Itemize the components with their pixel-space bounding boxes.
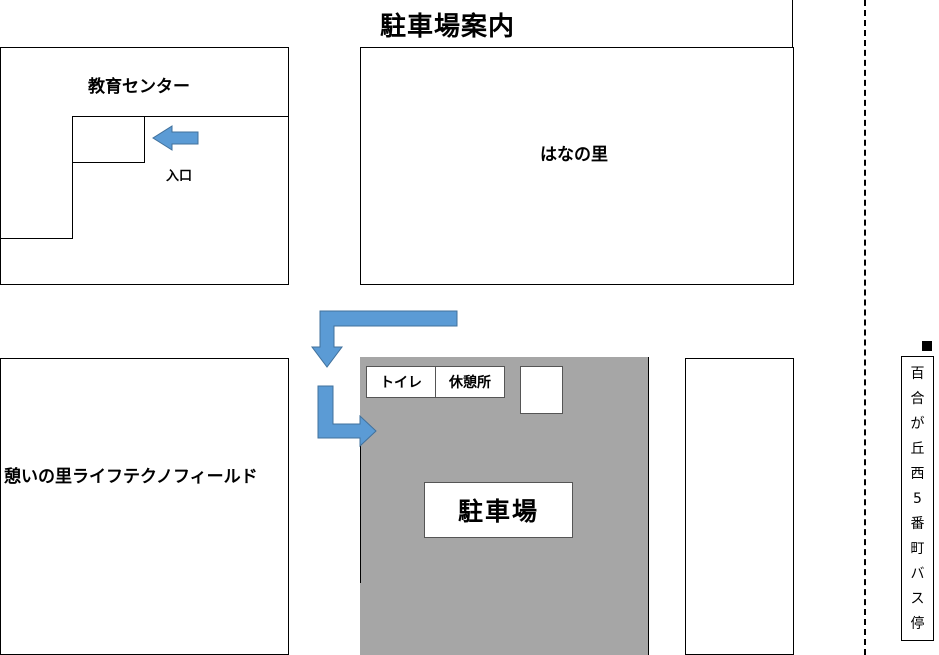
- direction-arrows: [152, 125, 458, 448]
- entrance-arrow-icon: [152, 125, 199, 151]
- turn-right-arrow-icon: [317, 385, 377, 448]
- turn-down-arrow-icon: [311, 310, 458, 368]
